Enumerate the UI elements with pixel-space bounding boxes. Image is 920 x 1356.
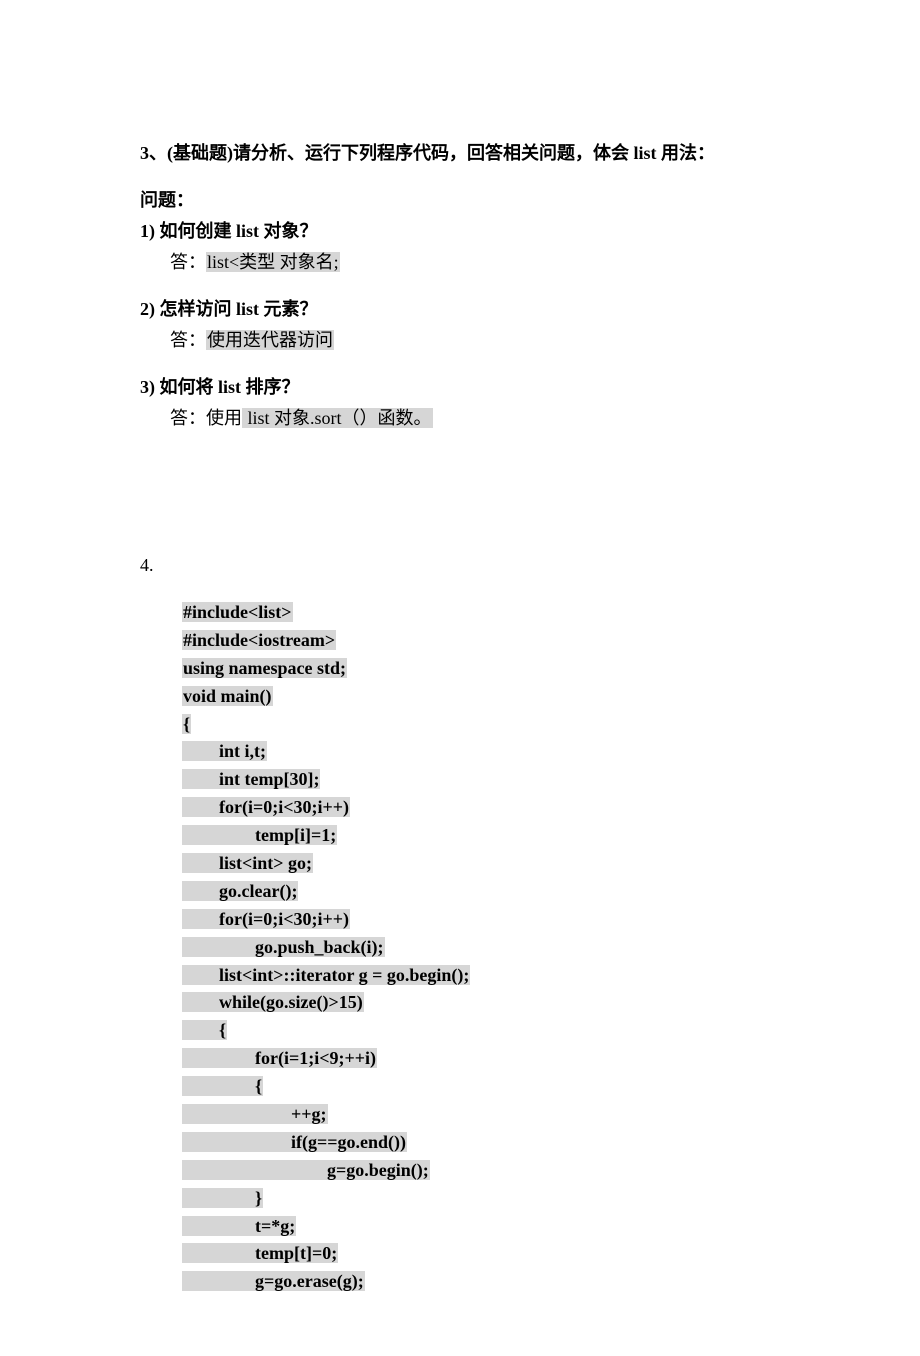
code-line: #include<iostream> (182, 627, 780, 655)
code-text: for(i=1;i<9;++i) (182, 1048, 377, 1068)
question-4: 4. #include<list> #include<iostream> using… (140, 552, 780, 1296)
code-line: void main() (182, 683, 780, 711)
q3-item2-question: 2) 怎样访问 list 元素？ (140, 296, 780, 323)
document-page: 3、(基础题)请分析、运行下列程序代码，回答相关问题，体会 list 用法： 问… (0, 0, 920, 1356)
code-line: using namespace std; (182, 655, 780, 683)
code-line: for(i=0;i<30;i++) (182, 794, 780, 822)
code-line: ++g; (182, 1101, 780, 1129)
answer-highlight: list 对象.sort（）函数。 (242, 408, 433, 428)
code-text: #include<list> (182, 602, 293, 622)
code-text: go.push_back(i); (182, 937, 385, 957)
code-text: void main() (182, 686, 273, 706)
code-line: while(go.size()>15) (182, 989, 780, 1017)
question-3-subtitle: 问题： (140, 187, 780, 214)
code-text: temp[i]=1; (182, 825, 337, 845)
answer-prefix: 答：使用 (170, 408, 242, 428)
code-text: #include<iostream> (182, 630, 336, 650)
q3-item3-answer: 答：使用 list 对象.sort（）函数。 (140, 405, 780, 432)
code-line: { (182, 711, 780, 739)
question-4-label: 4. (140, 552, 780, 579)
code-text: int i,t; (182, 741, 267, 761)
code-text: { (182, 1076, 263, 1096)
code-text: t=*g; (182, 1216, 296, 1236)
code-line: temp[t]=0; (182, 1240, 780, 1268)
code-text: } (182, 1188, 263, 1208)
code-line: int temp[30]; (182, 766, 780, 794)
question-3-item-3: 3) 如何将 list 排序？ 答：使用 list 对象.sort（）函数。 (140, 374, 780, 432)
code-line: #include<list> (182, 599, 780, 627)
code-text: if(g==go.end()) (182, 1132, 407, 1152)
code-line: go.clear(); (182, 878, 780, 906)
question-3-item-1: 1) 如何创建 list 对象？ 答：list<类型 对象名; (140, 218, 780, 276)
q3-item1-question: 1) 如何创建 list 对象？ (140, 218, 780, 245)
code-text: for(i=0;i<30;i++) (182, 797, 350, 817)
code-line: list<int>::iterator g = go.begin(); (182, 962, 780, 990)
q3-item3-question: 3) 如何将 list 排序？ (140, 374, 780, 401)
code-text: using namespace std; (182, 658, 347, 678)
code-text: ++g; (182, 1104, 328, 1124)
code-text: while(go.size()>15) (182, 992, 364, 1012)
code-text: temp[t]=0; (182, 1243, 338, 1263)
code-line: go.push_back(i); (182, 934, 780, 962)
code-text: int temp[30]; (182, 769, 320, 789)
code-text: g=go.erase(g); (182, 1271, 365, 1291)
code-text: list<int> go; (182, 853, 313, 873)
answer-prefix: 答： (170, 252, 206, 272)
code-text: list<int>::iterator g = go.begin(); (182, 965, 470, 985)
code-line: { (182, 1073, 780, 1101)
code-text: go.clear(); (182, 881, 298, 901)
code-line: int i,t; (182, 738, 780, 766)
code-block: #include<list> #include<iostream> using na… (140, 599, 780, 1296)
code-text: g=go.begin(); (182, 1160, 430, 1180)
code-line: g=go.begin(); (182, 1157, 780, 1185)
code-line: } (182, 1185, 780, 1213)
code-text: { (182, 1020, 227, 1040)
code-text: { (182, 714, 191, 734)
answer-prefix: 答： (170, 330, 206, 350)
code-line: for(i=1;i<9;++i) (182, 1045, 780, 1073)
question-3-item-2: 2) 怎样访问 list 元素？ 答：使用迭代器访问 (140, 296, 780, 354)
code-line: g=go.erase(g); (182, 1268, 780, 1296)
code-line: list<int> go; (182, 850, 780, 878)
answer-highlight: 使用迭代器访问 (206, 330, 334, 350)
question-3-title: 3、(基础题)请分析、运行下列程序代码，回答相关问题，体会 list 用法： (140, 140, 780, 167)
answer-highlight: list<类型 对象名; (206, 252, 340, 272)
code-line: { (182, 1017, 780, 1045)
code-line: for(i=0;i<30;i++) (182, 906, 780, 934)
code-line: t=*g; (182, 1213, 780, 1241)
code-text: for(i=0;i<30;i++) (182, 909, 350, 929)
q3-item1-answer: 答：list<类型 对象名; (140, 249, 780, 276)
q3-item2-answer: 答：使用迭代器访问 (140, 327, 780, 354)
code-line: if(g==go.end()) (182, 1129, 780, 1157)
code-line: temp[i]=1; (182, 822, 780, 850)
